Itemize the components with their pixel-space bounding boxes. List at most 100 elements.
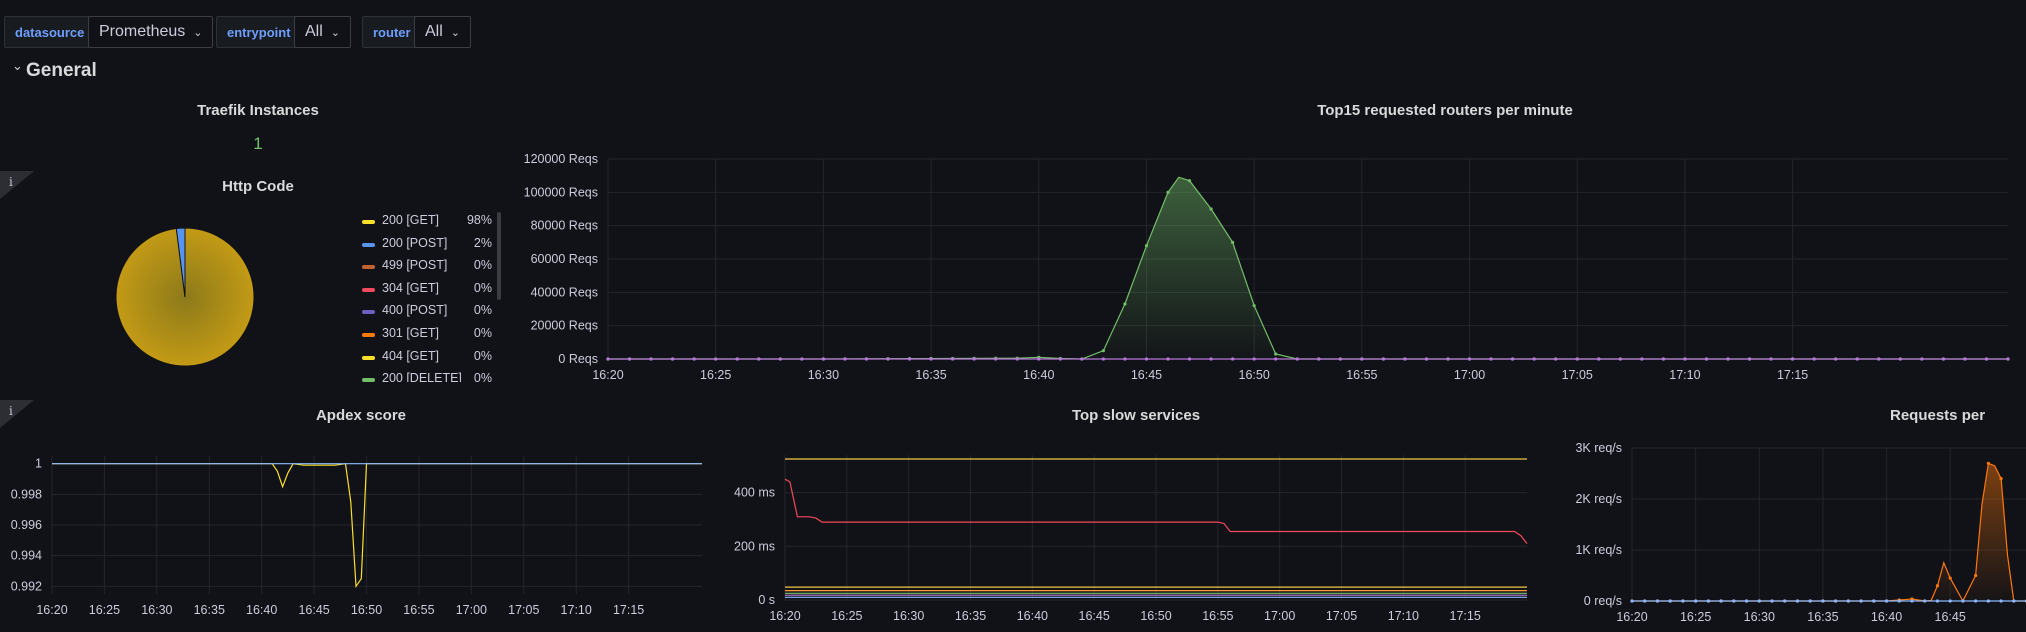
legend-percent: 0% [473,280,492,295]
data-point [886,357,890,361]
data-point [1252,304,1256,308]
data-point [1910,599,1914,603]
data-point [1317,357,1321,361]
y-tick-label: 0 req/s [1584,594,1622,608]
legend-swatch [362,378,375,382]
data-point [1274,352,1278,356]
data-point [1963,357,1967,361]
y-tick-label: 0.996 [11,518,42,532]
y-tick-label: 60000 Reqs [531,252,598,266]
data-point [1209,207,1213,211]
data-point [1661,357,1665,361]
y-tick-label: 200 ms [734,539,775,553]
data-point [1467,357,1472,361]
data-point [671,357,675,361]
data-point [1123,302,1127,306]
data-point [1058,357,1062,361]
data-point [1859,599,1863,603]
legend-percent: 0% [473,258,492,273]
data-point [907,357,912,361]
data-point [1897,599,1901,603]
legend-item[interactable]: 400 [POST] 0% [360,302,492,324]
data-point [1808,599,1812,603]
x-tick-label: 17:10 [1669,368,1700,382]
legend-name: 200 [GET] [382,213,439,227]
x-tick-label: 16:30 [893,609,924,623]
legend-name: 301 [GET] [382,326,439,340]
legend-item[interactable]: 200 [GET] 98% [360,212,492,234]
data-point [1381,357,1385,361]
data-point [1187,357,1192,361]
data-point [1683,357,1687,361]
data-point [1719,599,1723,603]
http-code-pie [115,227,255,367]
chevron-down-icon: ⌄ [450,27,460,39]
y-tick-label: 0.994 [11,549,42,563]
data-point [1655,599,1660,603]
y-tick-label: 400 ms [734,486,775,500]
data-point [1640,357,1644,361]
data-point [1783,599,1787,603]
x-tick-label: 17:00 [1264,609,1295,623]
x-tick-label: 16:40 [1871,610,1902,624]
variable-entrypoint-label: entrypoint [216,16,302,48]
legend-item[interactable]: 499 [POST] 0% [360,257,492,279]
legend-item[interactable]: 301 [GET] 0% [360,325,492,347]
legend-item[interactable]: 200 [POST] 2% [360,235,492,257]
x-tick-label: 17:15 [1777,368,1808,382]
data-point [1618,357,1622,361]
data-point [627,357,632,361]
router-select[interactable]: All ⌄ [414,16,471,48]
legend-percent: 0% [473,371,492,382]
y-tick-label: 0 Reqs [558,352,598,366]
data-point [994,357,998,361]
data-point [1575,357,1579,361]
data-point [1948,599,1952,603]
legend-item[interactable]: 304 [GET] 0% [360,280,492,302]
legend-item[interactable]: 200 [DELETE] 0% [360,370,492,382]
legend-name: 304 [GET] [382,280,439,295]
row-title: General [26,60,97,81]
data-point [1898,357,1902,361]
data-point [1884,599,1889,603]
x-tick-label: 17:10 [561,603,592,617]
legend-scrollbar[interactable] [497,212,501,300]
legend-percent: 0% [473,326,492,340]
data-point [864,357,869,361]
legend-swatch [362,355,375,360]
datasource-value: Prometheus [99,23,186,40]
data-point [929,357,933,361]
x-tick-label: 16:50 [351,603,382,617]
y-tick-label: 120000 Reqs [524,152,598,166]
slow-services-chart: 0 s 200 ms 400 ms 16:20 16:25 16:30 16:35 16:40… [734,455,1528,623]
x-tick-label: 16:50 [1239,368,1270,382]
x-tick-label: 16:55 [1346,368,1377,382]
legend-swatch [362,242,375,247]
data-point [1834,357,1838,361]
chevron-down-icon: ⌄ [330,27,340,39]
entrypoint-select[interactable]: All ⌄ [294,16,351,48]
legend-item[interactable]: 404 [GET] 0% [360,348,492,370]
panel-title-slow-services: Top slow services [1071,407,1201,424]
data-point [1489,357,1493,361]
data-point [1744,599,1749,603]
x-tick-label: 17:15 [613,603,644,617]
data-point [1511,357,1515,361]
panel-title-requests: Requests per [1890,407,1986,424]
legend-swatch [362,287,375,292]
legend-name: 499 [POST] [382,258,448,273]
data-point [1166,357,1170,361]
x-tick-label: 17:05 [1562,368,1593,382]
router-value: All [425,23,443,40]
y-tick-label: 20000 Reqs [531,319,598,333]
data-point [1274,357,1278,361]
panel-title-traefik-instances: Traefik Instances [197,102,319,119]
data-point [1446,357,1450,361]
datasource-select[interactable]: Prometheus ⌄ [88,16,214,48]
data-point [649,357,653,361]
x-tick-label: 16:30 [1744,610,1775,624]
data-point [800,357,804,361]
x-tick-label: 16:25 [831,609,862,623]
data-point [951,357,955,361]
legend-name: 200 [DELETE] [382,371,462,382]
